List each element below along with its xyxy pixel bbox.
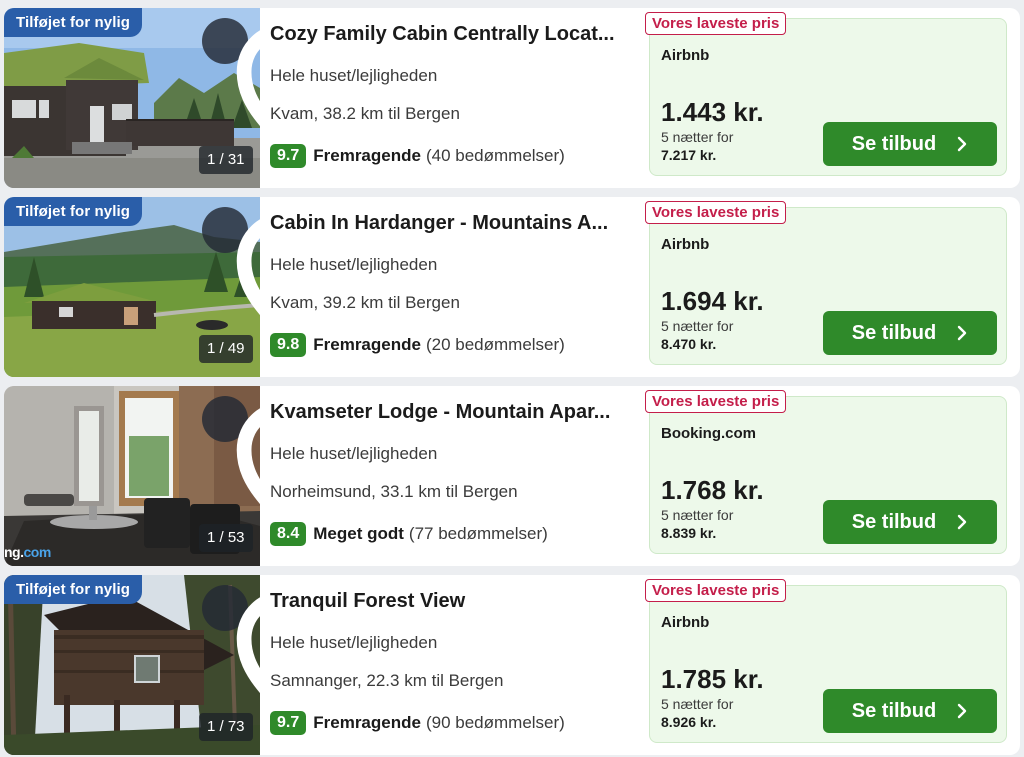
rating-label: Fremragende — [313, 146, 421, 165]
see-offer-button[interactable]: Se tilbud — [823, 500, 997, 544]
listing-info: Kvamseter Lodge - Mountain Apar... Hele … — [270, 386, 640, 566]
rating-label: Fremragende — [313, 335, 421, 354]
listing-card[interactable]: Tilføjet for nylig 1 / 49 Cabin In Harda… — [4, 197, 1020, 377]
results-list: Tilføjet for nylig 1 / 31 Cozy Family Ca… — [0, 0, 1024, 757]
nights-label: 5 nætter for — [661, 129, 734, 145]
photo-watermark: ng.com — [4, 544, 51, 560]
review-count: (90 bedømmelser) — [425, 713, 565, 732]
photo-counter: 1 / 49 — [199, 335, 253, 363]
rating-row: 9.8 Fremragende (20 bedømmelser) — [270, 333, 565, 357]
provider-name: Booking.com — [661, 425, 757, 442]
offer-panel: Airbnb 1.443 kr. 5 nætter for 7.217 kr. … — [649, 18, 1007, 176]
rating-row: 8.4 Meget godt (77 bedømmelser) — [270, 522, 548, 546]
favorite-button[interactable] — [202, 18, 260, 126]
nights-label: 5 nætter for — [661, 318, 734, 334]
see-offer-label: Se tilbud — [851, 699, 937, 722]
review-count: (20 bedømmelser) — [425, 335, 565, 354]
rating-row: 9.7 Fremragende (40 bedømmelser) — [270, 144, 565, 168]
property-type: Hele huset/lejligheden — [270, 633, 438, 652]
rating-row: 9.7 Fremragende (90 bedømmelser) — [270, 711, 565, 735]
nightly-price: 1.785 kr. — [661, 664, 764, 694]
recently-added-badge: Tilføjet for nylig — [4, 8, 143, 37]
see-offer-label: Se tilbud — [851, 510, 937, 533]
review-count: (77 bedømmelser) — [408, 524, 548, 543]
see-offer-label: Se tilbud — [851, 321, 937, 344]
nights-label: 5 nætter for — [661, 696, 734, 712]
nights-label: 5 nætter for — [661, 507, 734, 523]
rating-score-badge: 9.7 — [270, 711, 307, 735]
recently-added-badge: Tilføjet for nylig — [4, 575, 143, 604]
recently-added-badge: Tilføjet for nylig — [4, 197, 143, 226]
watermark-text-com: com — [23, 544, 52, 560]
watermark-text: ng. — [4, 544, 24, 560]
location-distance: Norheimsund, 33.1 km til Bergen — [270, 482, 518, 501]
property-type: Hele huset/lejligheden — [270, 66, 438, 85]
photo-counter: 1 / 53 — [199, 524, 253, 552]
lowest-price-tag: Vores laveste pris — [645, 201, 787, 224]
location-distance: Kvam, 39.2 km til Bergen — [270, 293, 460, 312]
total-price: 7.217 kr. — [661, 147, 717, 163]
chevron-right-icon — [958, 703, 967, 719]
nightly-price: 1.694 kr. — [661, 286, 764, 316]
listing-title[interactable]: Cabin In Hardanger - Mountains A... — [270, 212, 634, 235]
favorite-button[interactable] — [202, 207, 260, 315]
photo-counter: 1 / 31 — [199, 146, 253, 174]
total-price: 8.926 kr. — [661, 714, 717, 730]
listing-info: Tranquil Forest View Hele huset/lejlighe… — [270, 575, 640, 755]
listing-photo[interactable]: ng.com 1 / 53 — [4, 386, 260, 566]
listing-card[interactable]: Tilføjet for nylig 1 / 73 Tranquil Fores… — [4, 575, 1020, 755]
lowest-price-tag: Vores laveste pris — [645, 390, 787, 413]
property-type: Hele huset/lejligheden — [270, 255, 438, 274]
rating-score-badge: 9.8 — [270, 333, 307, 357]
listing-card[interactable]: ng.com 1 / 53 Kvamseter Lodge - Mountain… — [4, 386, 1020, 566]
nightly-price: 1.443 kr. — [661, 97, 764, 127]
nightly-price: 1.768 kr. — [661, 475, 764, 505]
provider-name: Airbnb — [661, 236, 710, 253]
provider-name: Airbnb — [661, 47, 710, 64]
lowest-price-tag: Vores laveste pris — [645, 12, 787, 35]
chevron-right-icon — [958, 136, 967, 152]
see-offer-button[interactable]: Se tilbud — [823, 689, 997, 733]
location-distance: Kvam, 38.2 km til Bergen — [270, 104, 460, 123]
property-type: Hele huset/lejligheden — [270, 444, 438, 463]
offer-panel: Airbnb 1.694 kr. 5 nætter for 8.470 kr. … — [649, 207, 1007, 365]
review-count: (40 bedømmelser) — [425, 146, 565, 165]
rating-label: Meget godt — [313, 524, 404, 543]
lowest-price-tag: Vores laveste pris — [645, 579, 787, 602]
photo-counter: 1 / 73 — [199, 713, 253, 741]
rating-score-badge: 9.7 — [270, 144, 307, 168]
listing-info: Cabin In Hardanger - Mountains A... Hele… — [270, 197, 640, 377]
total-price: 8.839 kr. — [661, 525, 717, 541]
listing-title[interactable]: Cozy Family Cabin Centrally Locat... — [270, 23, 634, 46]
see-offer-label: Se tilbud — [851, 132, 937, 155]
listing-title[interactable]: Tranquil Forest View — [270, 590, 634, 613]
location-distance: Samnanger, 22.3 km til Bergen — [270, 671, 504, 690]
listing-title[interactable]: Kvamseter Lodge - Mountain Apar... — [270, 401, 634, 424]
see-offer-button[interactable]: Se tilbud — [823, 311, 997, 355]
rating-label: Fremragende — [313, 713, 421, 732]
rating-score-badge: 8.4 — [270, 522, 307, 546]
listing-info: Cozy Family Cabin Centrally Locat... Hel… — [270, 8, 640, 188]
see-offer-button[interactable]: Se tilbud — [823, 122, 997, 166]
listing-card[interactable]: Tilføjet for nylig 1 / 31 Cozy Family Ca… — [4, 8, 1020, 188]
total-price: 8.470 kr. — [661, 336, 717, 352]
chevron-right-icon — [958, 325, 967, 341]
offer-panel: Booking.com 1.768 kr. 5 nætter for 8.839… — [649, 396, 1007, 554]
favorite-button[interactable] — [202, 585, 260, 693]
offer-panel: Airbnb 1.785 kr. 5 nætter for 8.926 kr. … — [649, 585, 1007, 743]
provider-name: Airbnb — [661, 614, 710, 631]
chevron-right-icon — [958, 514, 967, 530]
listing-photo[interactable]: Tilføjet for nylig 1 / 49 — [4, 197, 260, 377]
listing-photo[interactable]: Tilføjet for nylig 1 / 31 — [4, 8, 260, 188]
favorite-button[interactable] — [202, 396, 260, 504]
listing-photo[interactable]: Tilføjet for nylig 1 / 73 — [4, 575, 260, 755]
